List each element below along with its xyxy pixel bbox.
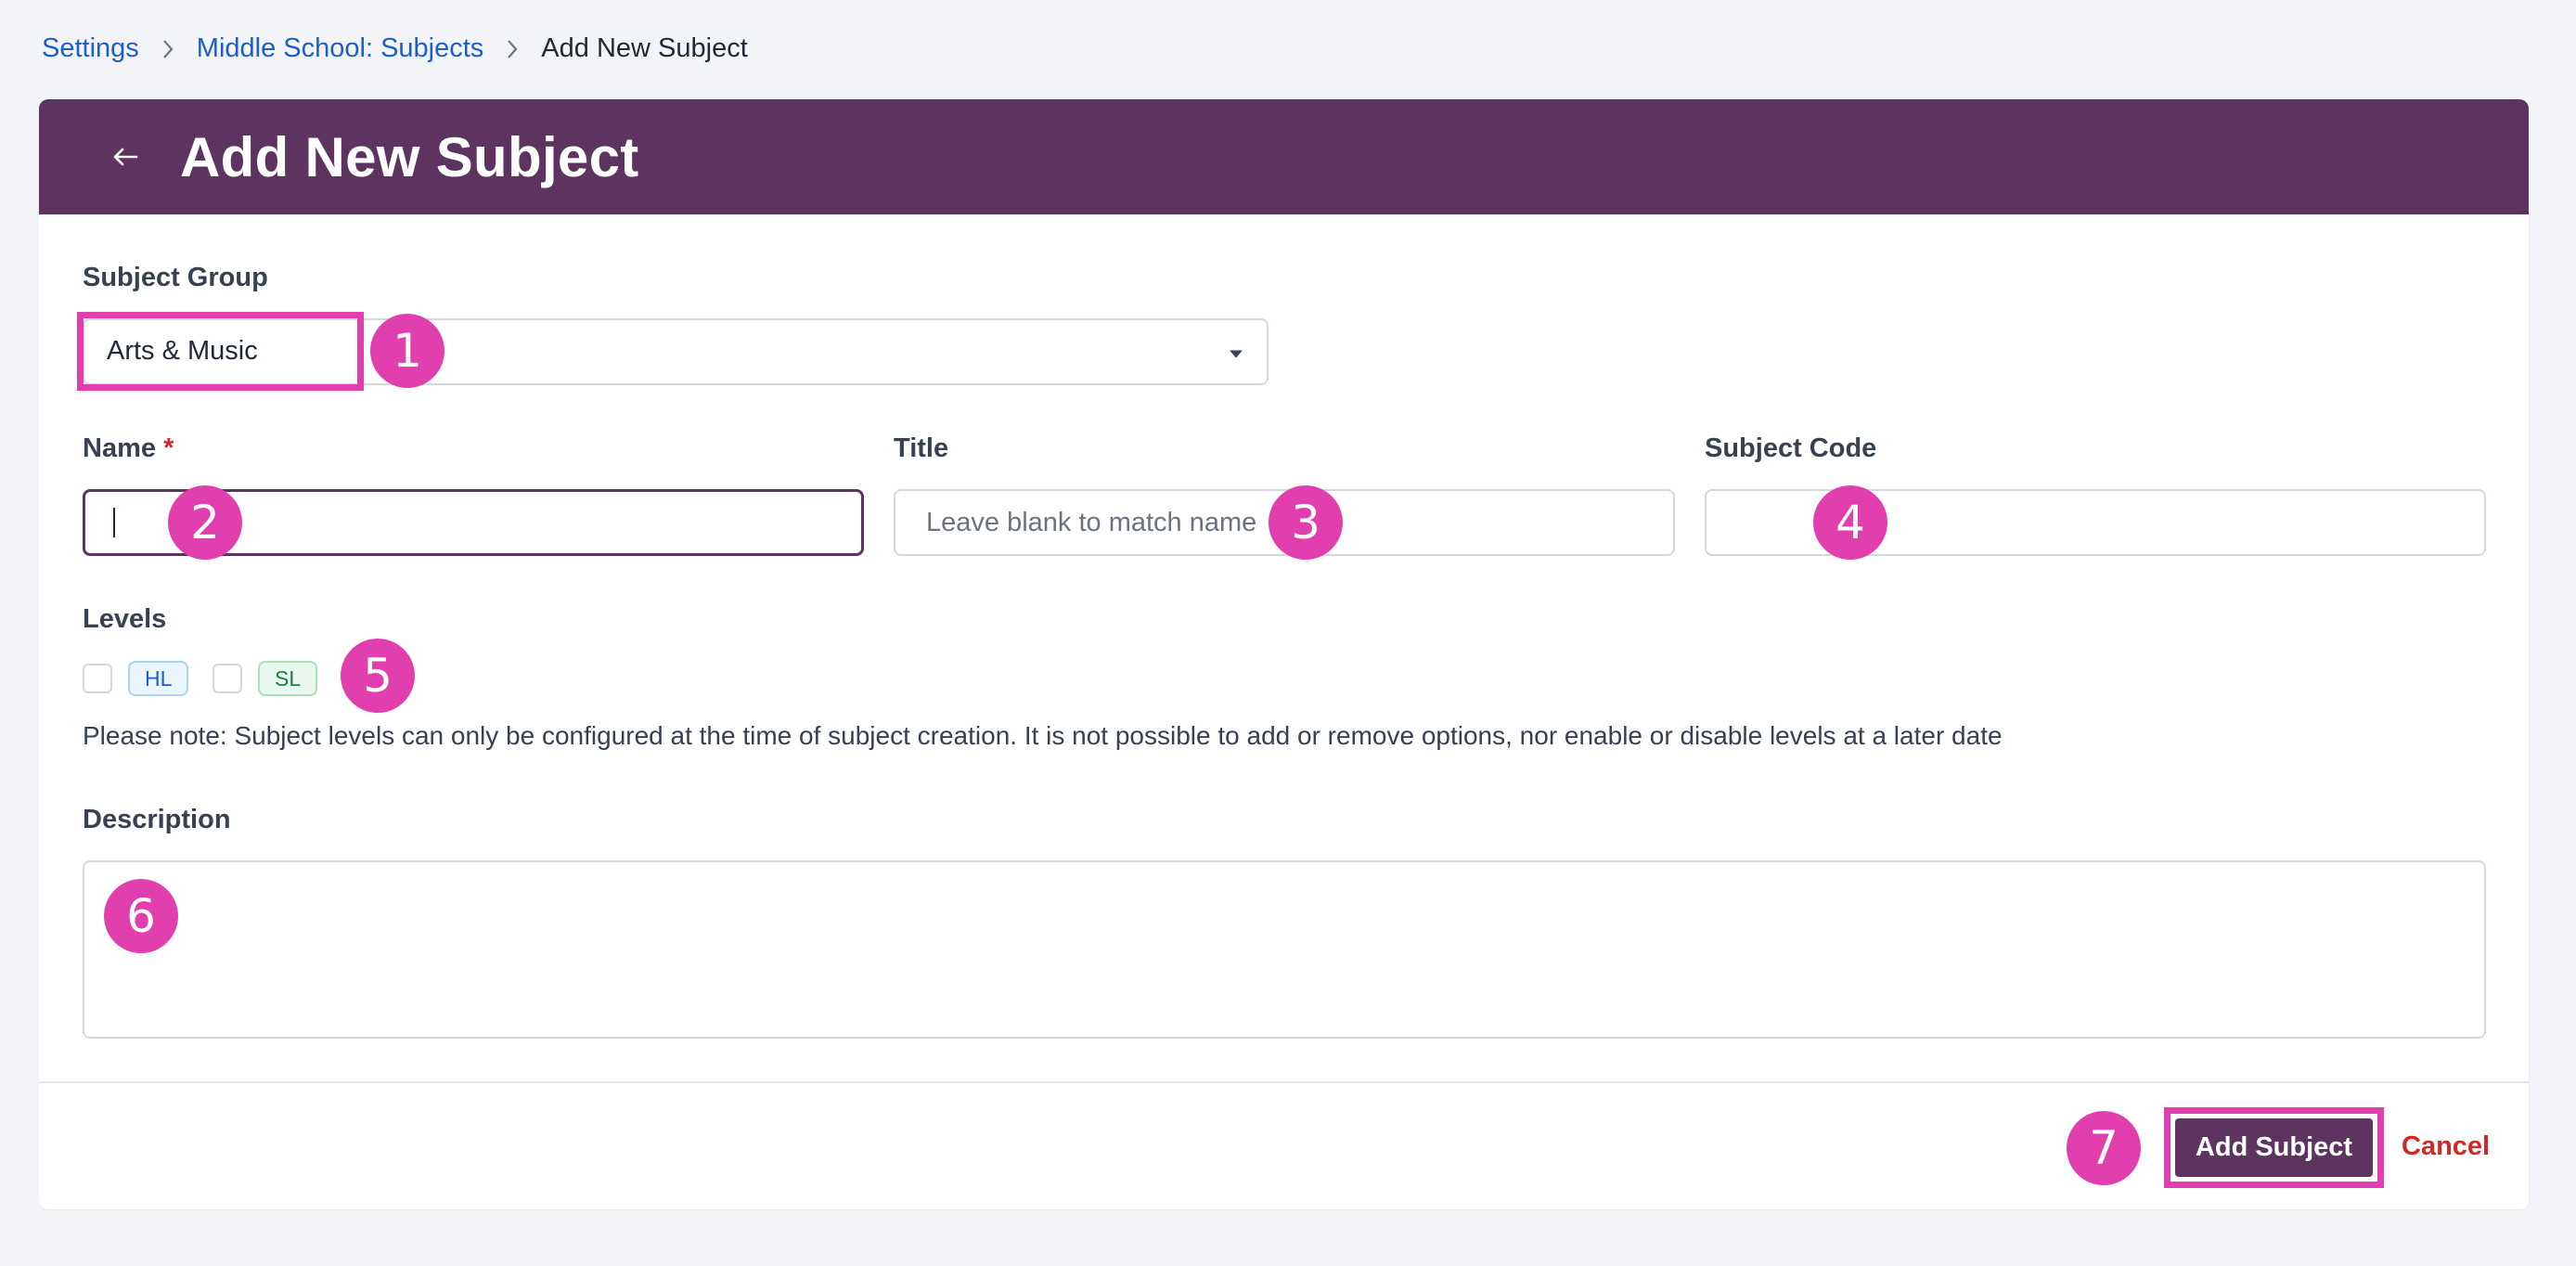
subject-group-label: Subject Group — [83, 263, 268, 292]
annotation-badge-1: 1 — [370, 314, 444, 388]
level-hl-tag: HL — [128, 661, 189, 696]
chevron-right-icon — [139, 33, 197, 64]
levels-note: Please note: Subject levels can only be … — [83, 721, 2003, 750]
description-textarea[interactable] — [83, 860, 2486, 1039]
caret-down-icon — [1228, 337, 1244, 368]
level-sl-checkbox[interactable] — [213, 664, 242, 693]
name-label-text: Name — [83, 433, 156, 463]
annotation-badge-2: 2 — [168, 485, 242, 560]
title-placeholder: Leave blank to match name — [926, 507, 1257, 537]
text-cursor — [113, 508, 115, 537]
level-sl-tag: SL — [258, 661, 318, 696]
annotation-badge-4: 4 — [1813, 485, 1887, 560]
subject-code-label: Subject Code — [1705, 433, 1877, 463]
annotation-badge-7: 7 — [2067, 1111, 2141, 1185]
name-label: Name * — [83, 433, 174, 464]
subject-group-value: Arts & Music — [107, 336, 258, 366]
title-label: Title — [894, 433, 949, 463]
back-button[interactable] — [97, 128, 154, 186]
card-header: Add New Subject — [39, 99, 2529, 214]
page-title: Add New Subject — [180, 125, 639, 188]
level-hl-checkbox[interactable] — [83, 664, 112, 693]
add-subject-button[interactable]: Add Subject — [2175, 1118, 2373, 1177]
annotation-badge-3: 3 — [1269, 485, 1343, 560]
arrow-left-icon — [113, 148, 138, 166]
cancel-button[interactable]: Cancel — [2402, 1131, 2490, 1162]
breadcrumb-subjects-link[interactable]: Middle School: Subjects — [197, 33, 484, 64]
breadcrumb-current: Add New Subject — [541, 32, 748, 63]
form-card: Add New Subject Subject Group Arts & Mus… — [39, 99, 2529, 1209]
annotation-badge-6: 6 — [104, 879, 178, 953]
description-label: Description — [83, 805, 231, 834]
levels-label: Levels — [83, 604, 167, 634]
breadcrumb: Settings Middle School: Subjects Add New… — [42, 28, 748, 69]
annotation-badge-5: 5 — [341, 639, 415, 713]
subject-group-highlight[interactable]: Arts & Music — [77, 312, 364, 391]
breadcrumb-settings-link[interactable]: Settings — [42, 33, 139, 64]
footer-divider — [39, 1081, 2529, 1083]
required-asterisk: * — [163, 433, 174, 463]
chevron-right-icon — [483, 33, 541, 64]
